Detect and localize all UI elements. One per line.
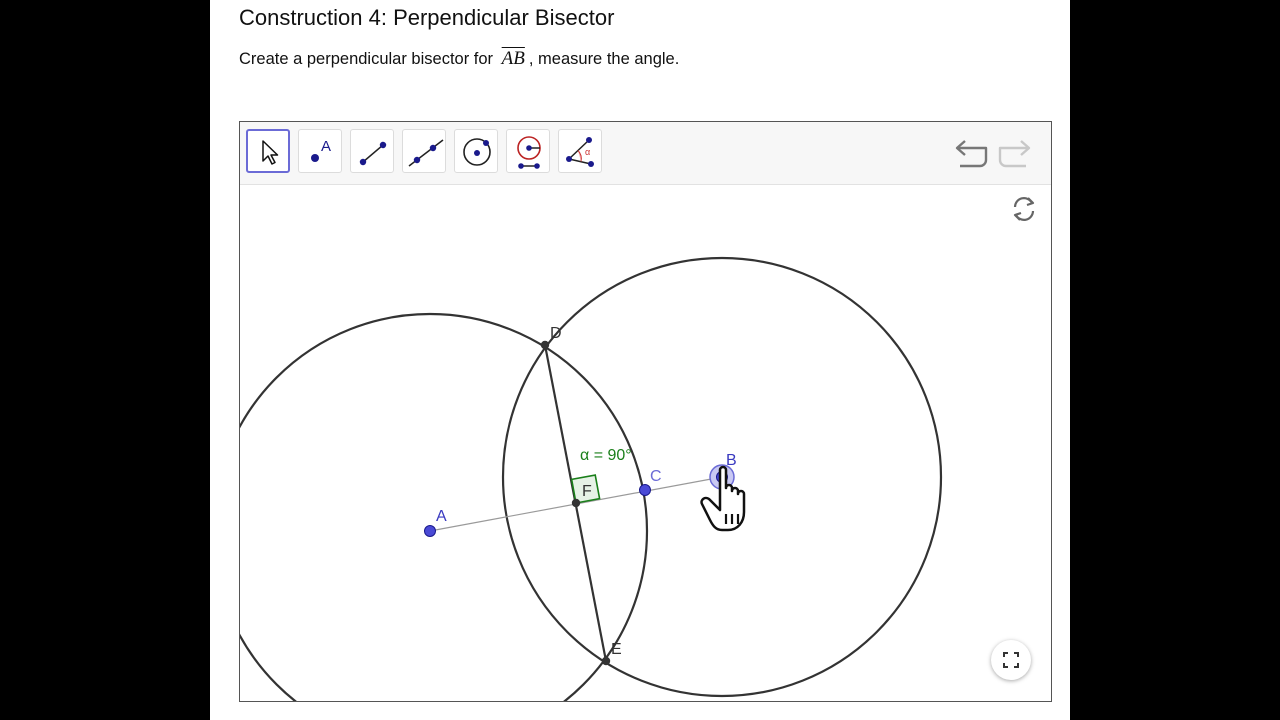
label-a: A [436,508,447,525]
point-d[interactable] [540,340,550,350]
refresh-icon [1013,197,1035,221]
label-d: D [550,325,562,342]
geometry-applet: A α D E F A C B α = 90° [239,121,1052,702]
page-title: Construction 4: Perpendicular Bisector [239,5,615,30]
point-a[interactable] [424,525,436,537]
geometry-canvas[interactable]: D E F A C B α = 90° [240,122,1051,701]
instruction-after: , measure the angle. [528,50,680,68]
refresh-button[interactable] [1009,194,1039,224]
fullscreen-button[interactable] [991,640,1031,680]
label-b: B [726,452,737,469]
hand-cursor-icon [700,465,746,532]
angle-measure-label: α = 90° [580,447,632,464]
instruction-before: Create a perpendicular bisector for [239,50,494,68]
point-f[interactable] [571,498,581,508]
fullscreen-icon [1003,652,1019,668]
instruction-text: Create a perpendicular bisector for AB, … [239,48,679,70]
label-f: F [582,483,592,500]
label-c: C [650,468,662,485]
segment-ab-label: AB [501,48,525,69]
point-c[interactable] [639,484,651,496]
point-e[interactable] [601,656,611,666]
label-e: E [611,641,622,658]
lesson-page: Construction 4: Perpendicular Bisector C… [210,0,1070,720]
